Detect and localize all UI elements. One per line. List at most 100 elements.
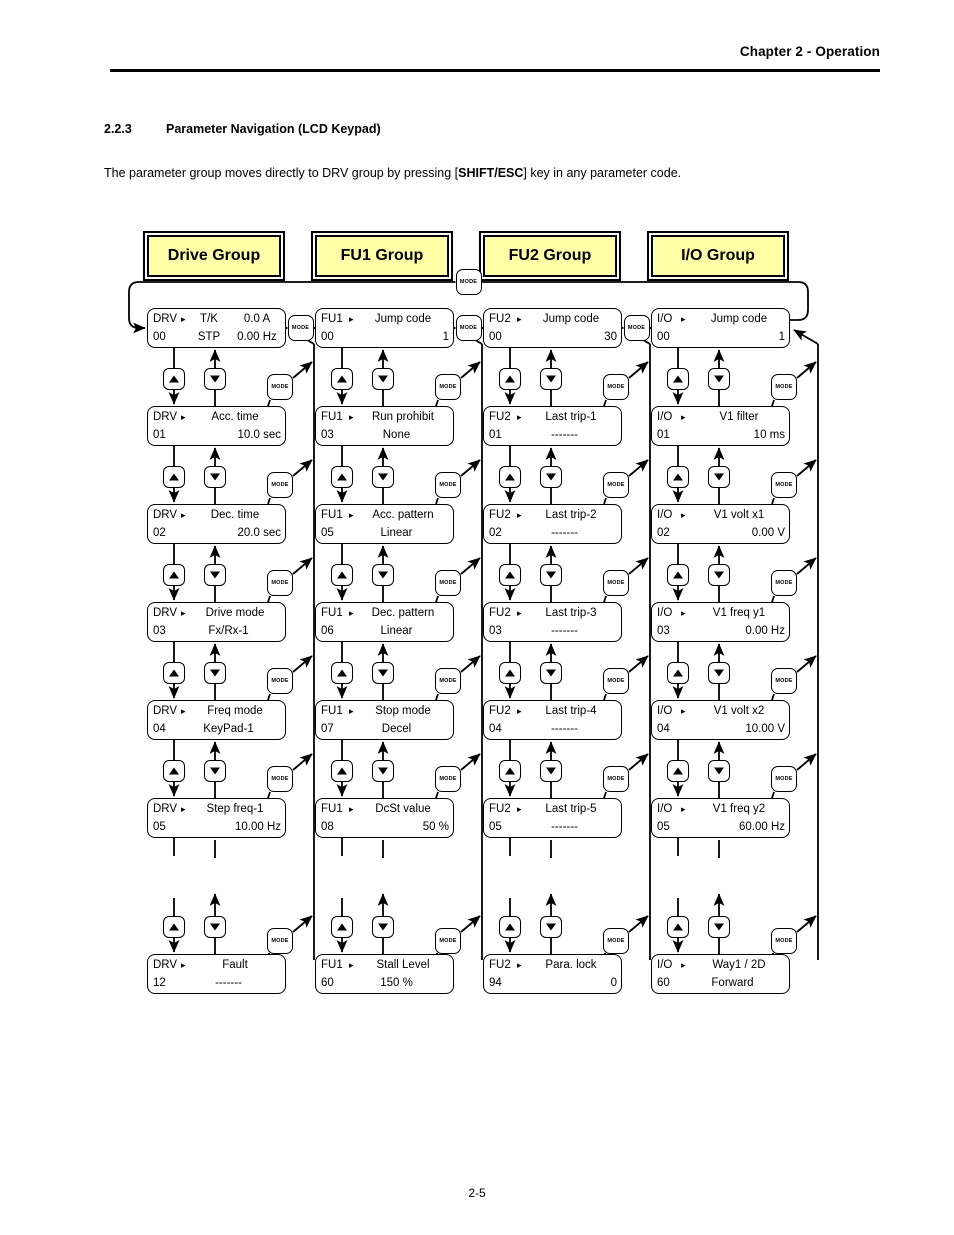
lcd-box-fu1-05[interactable]: FU1 ▸ Acc. pattern 05 Linear — [315, 504, 454, 544]
key-down-fu1-1[interactable] — [372, 466, 394, 488]
mode-key-drive-12[interactable]: MODE — [267, 928, 293, 954]
lcd-box-fu2-01[interactable]: FU2 ▸ Last trip-1 01 ------- — [483, 406, 622, 446]
key-down-fu1-4[interactable] — [372, 760, 394, 782]
mode-key-fu2-03[interactable]: MODE — [603, 570, 629, 596]
key-down-io-0[interactable] — [708, 368, 730, 390]
mode-key-io-01[interactable]: MODE — [771, 374, 797, 400]
lcd-box-drive-02[interactable]: DRV ▸ Dec. time 02 20.0 sec — [147, 504, 286, 544]
key-up-fu1-5[interactable] — [331, 916, 353, 938]
lcd-box-fu1-03[interactable]: FU1 ▸ Run prohibit 03 None — [315, 406, 454, 446]
lcd-box-fu2-05[interactable]: FU2 ▸ Last trip-5 05 ------- — [483, 798, 622, 838]
mode-key-fu2-01[interactable]: MODE — [603, 374, 629, 400]
lcd-box-drive-05[interactable]: DRV ▸ Step freq-1 05 10.00 Hz — [147, 798, 286, 838]
mode-key-drive-03[interactable]: MODE — [267, 570, 293, 596]
key-up-io-1[interactable] — [667, 466, 689, 488]
key-up-fu1-0[interactable] — [331, 368, 353, 390]
key-down-drive-4[interactable] — [204, 760, 226, 782]
key-down-fu2-1[interactable] — [540, 466, 562, 488]
key-up-io-0[interactable] — [667, 368, 689, 390]
lcd-box-drive-00[interactable]: DRV ▸ T/K 0.0 A 00 STP 0.00 Hz — [147, 308, 286, 348]
mode-key-drive-02[interactable]: MODE — [267, 472, 293, 498]
lcd-box-fu1-07[interactable]: FU1 ▸ Stop mode 07 Decel — [315, 700, 454, 740]
key-up-io-2[interactable] — [667, 564, 689, 586]
mode-key-io-04[interactable]: MODE — [771, 668, 797, 694]
key-up-fu2-4[interactable] — [499, 760, 521, 782]
key-up-drive-0[interactable] — [163, 368, 185, 390]
lcd-box-io-00[interactable]: I/O ▸ Jump code 00 1 — [651, 308, 790, 348]
lcd-box-io-04[interactable]: I/O ▸ V1 volt x2 04 10.00 V — [651, 700, 790, 740]
lcd-box-io-02[interactable]: I/O ▸ V1 volt x1 02 0.00 V — [651, 504, 790, 544]
key-up-fu2-5[interactable] — [499, 916, 521, 938]
lcd-box-io-03[interactable]: I/O ▸ V1 freq y1 03 0.00 Hz — [651, 602, 790, 642]
key-up-drive-3[interactable] — [163, 662, 185, 684]
key-up-fu1-3[interactable] — [331, 662, 353, 684]
key-down-drive-5[interactable] — [204, 916, 226, 938]
lcd-box-drive-01[interactable]: DRV ▸ Acc. time 01 10.0 sec — [147, 406, 286, 446]
lcd-box-fu2-00[interactable]: FU2 ▸ Jump code 00 30 — [483, 308, 622, 348]
key-down-fu1-2[interactable] — [372, 564, 394, 586]
lcd-box-fu2-94[interactable]: FU2 ▸ Para. lock 94 0 — [483, 954, 622, 994]
mode-key-fu1-08[interactable]: MODE — [435, 766, 461, 792]
key-down-io-3[interactable] — [708, 662, 730, 684]
lcd-box-fu1-06[interactable]: FU1 ▸ Dec. pattern 06 Linear — [315, 602, 454, 642]
mode-key-drive-01[interactable]: MODE — [267, 374, 293, 400]
key-up-fu2-2[interactable] — [499, 564, 521, 586]
mode-key-fu1-06[interactable]: MODE — [435, 570, 461, 596]
key-down-drive-1[interactable] — [204, 466, 226, 488]
key-down-fu2-4[interactable] — [540, 760, 562, 782]
key-down-fu1-0[interactable] — [372, 368, 394, 390]
mode-key-io-05[interactable]: MODE — [771, 766, 797, 792]
key-up-drive-2[interactable] — [163, 564, 185, 586]
lcd-box-drive-04[interactable]: DRV ▸ Freq mode 04 KeyPad-1 — [147, 700, 286, 740]
mode-key-fu2-02[interactable]: MODE — [603, 472, 629, 498]
mode-key-fu2-05[interactable]: MODE — [603, 766, 629, 792]
lcd-box-fu2-02[interactable]: FU2 ▸ Last trip-2 02 ------- — [483, 504, 622, 544]
key-down-io-1[interactable] — [708, 466, 730, 488]
key-up-fu2-1[interactable] — [499, 466, 521, 488]
key-down-fu1-3[interactable] — [372, 662, 394, 684]
lcd-box-fu1-00[interactable]: FU1 ▸ Jump code 00 1 — [315, 308, 454, 348]
mode-key-fu1-60[interactable]: MODE — [435, 928, 461, 954]
mode-key-drive-05[interactable]: MODE — [267, 766, 293, 792]
lcd-box-fu2-04[interactable]: FU2 ▸ Last trip-4 04 ------- — [483, 700, 622, 740]
key-up-fu2-3[interactable] — [499, 662, 521, 684]
mode-key-fu2-to-io[interactable]: MODE — [623, 315, 650, 341]
key-down-fu2-0[interactable] — [540, 368, 562, 390]
lcd-box-io-60[interactable]: I/O ▸ Way1 / 2D 60 Forward — [651, 954, 790, 994]
key-down-drive-0[interactable] — [204, 368, 226, 390]
lcd-box-fu1-08[interactable]: FU1 ▸ DcSt value 08 50 % — [315, 798, 454, 838]
key-up-io-5[interactable] — [667, 916, 689, 938]
lcd-box-drive-03[interactable]: DRV ▸ Drive mode 03 Fx/Rx-1 — [147, 602, 286, 642]
key-up-drive-5[interactable] — [163, 916, 185, 938]
mode-key-top-rail[interactable]: MODE — [455, 269, 482, 295]
mode-key-fu2-94[interactable]: MODE — [603, 928, 629, 954]
lcd-box-io-01[interactable]: I/O ▸ V1 filter 01 10 ms — [651, 406, 790, 446]
mode-key-fu1-07[interactable]: MODE — [435, 668, 461, 694]
key-up-io-3[interactable] — [667, 662, 689, 684]
key-down-drive-3[interactable] — [204, 662, 226, 684]
key-down-io-4[interactable] — [708, 760, 730, 782]
key-up-drive-1[interactable] — [163, 466, 185, 488]
key-up-io-4[interactable] — [667, 760, 689, 782]
lcd-box-fu1-60[interactable]: FU1 ▸ Stall Level 60 150 % — [315, 954, 454, 994]
key-down-fu1-5[interactable] — [372, 916, 394, 938]
key-down-io-5[interactable] — [708, 916, 730, 938]
key-down-drive-2[interactable] — [204, 564, 226, 586]
key-up-drive-4[interactable] — [163, 760, 185, 782]
key-down-fu2-5[interactable] — [540, 916, 562, 938]
mode-key-io-60[interactable]: MODE — [771, 928, 797, 954]
key-down-io-2[interactable] — [708, 564, 730, 586]
mode-key-fu2-04[interactable]: MODE — [603, 668, 629, 694]
key-down-fu2-3[interactable] — [540, 662, 562, 684]
mode-key-fu1-to-fu2[interactable]: MODE — [455, 315, 482, 341]
mode-key-io-02[interactable]: MODE — [771, 472, 797, 498]
mode-key-fu1-05[interactable]: MODE — [435, 472, 461, 498]
key-up-fu1-1[interactable] — [331, 466, 353, 488]
mode-key-drive-to-fu1[interactable]: MODE — [287, 315, 314, 341]
key-down-fu2-2[interactable] — [540, 564, 562, 586]
lcd-box-drive-12[interactable]: DRV ▸ Fault 12 ------- — [147, 954, 286, 994]
mode-key-drive-04[interactable]: MODE — [267, 668, 293, 694]
key-up-fu1-2[interactable] — [331, 564, 353, 586]
mode-key-fu1-03[interactable]: MODE — [435, 374, 461, 400]
key-up-fu2-0[interactable] — [499, 368, 521, 390]
